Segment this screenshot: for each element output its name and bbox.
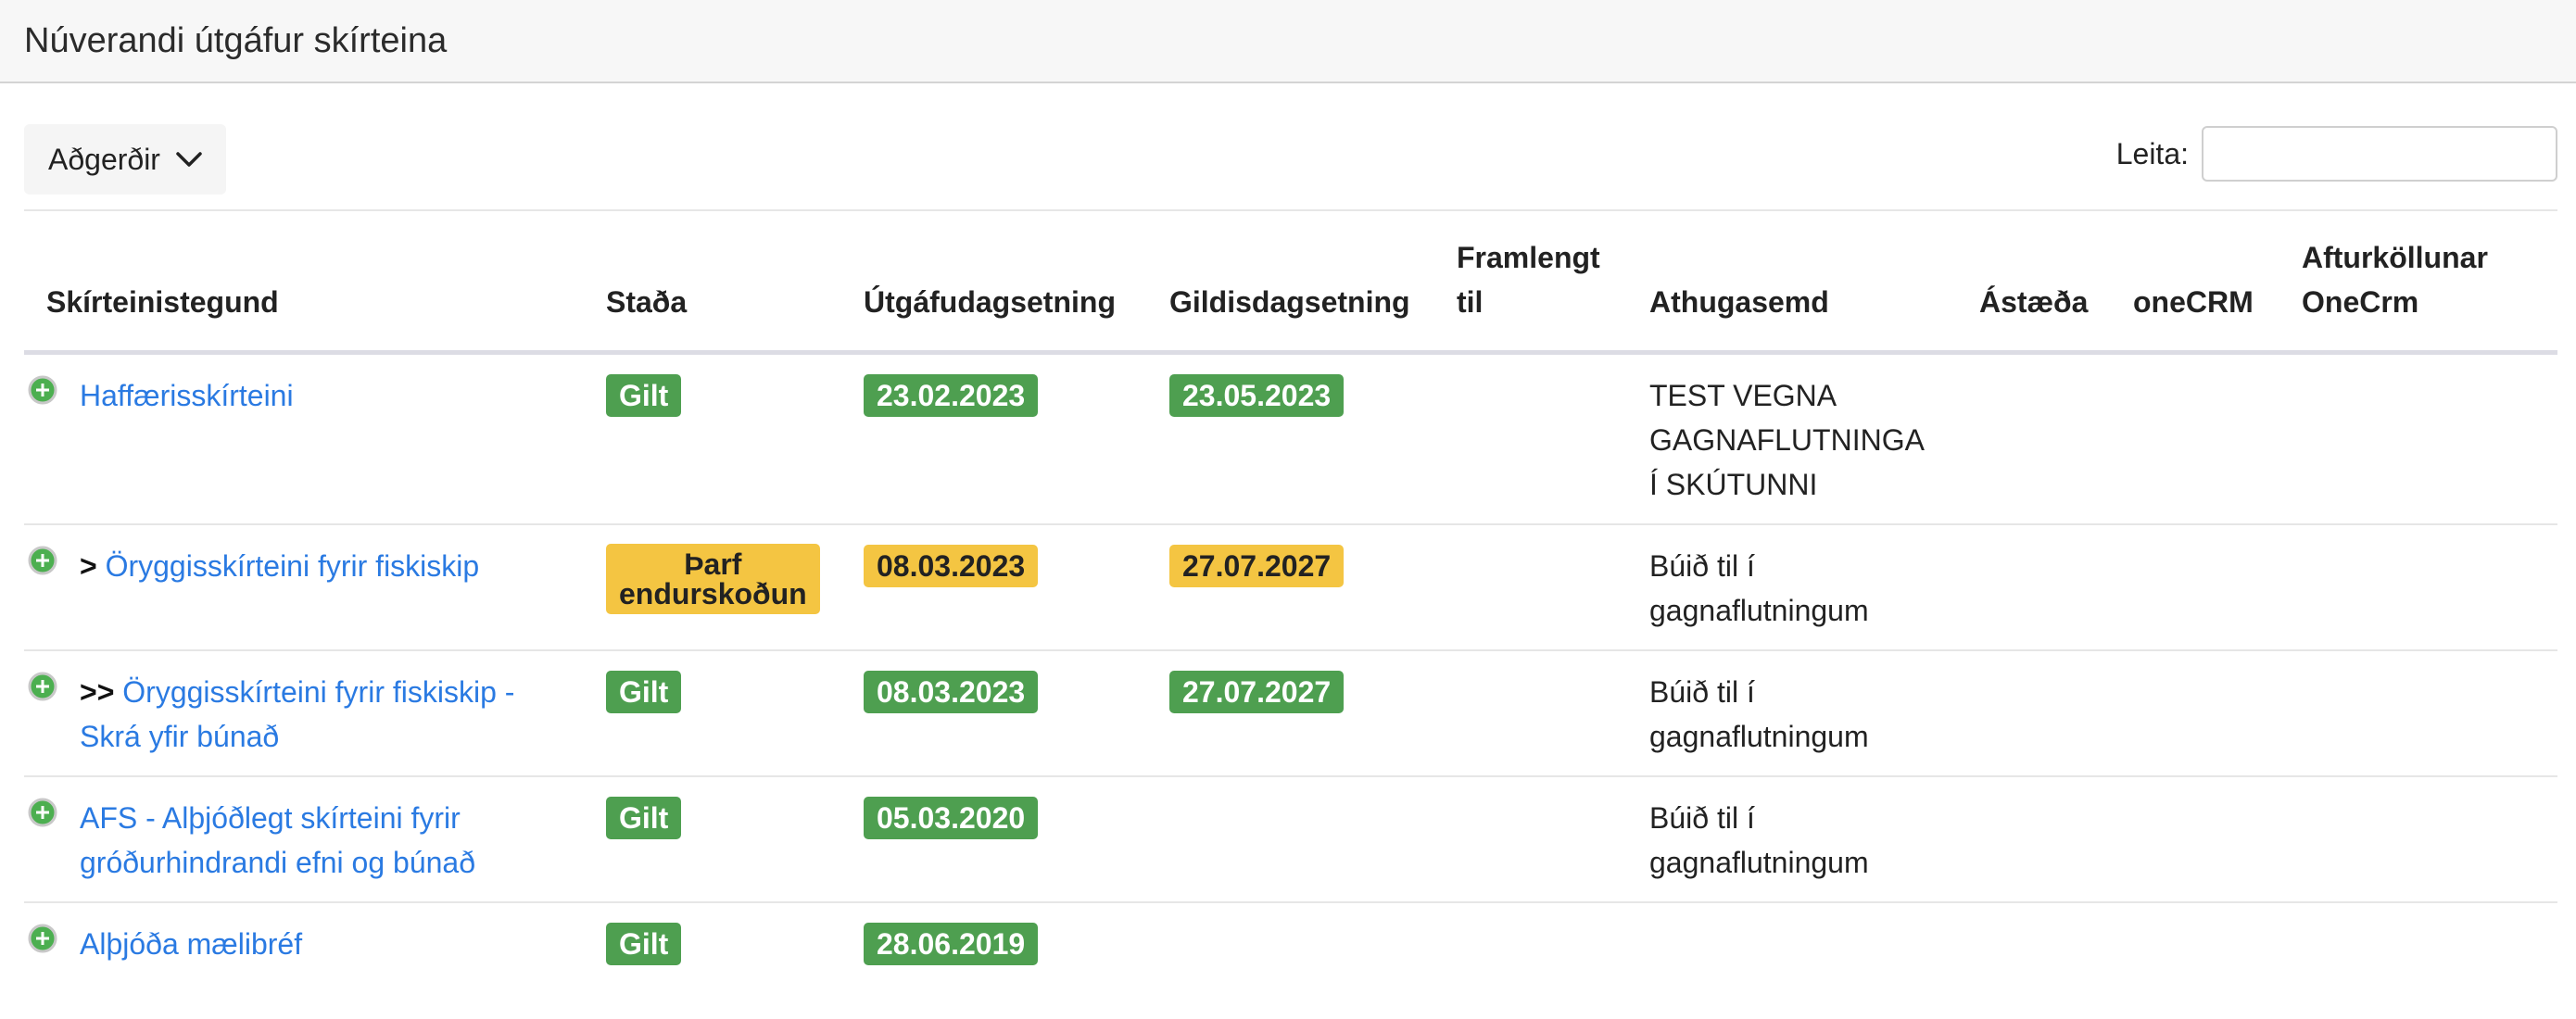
cell-revoke-onecrm [2279, 650, 2557, 777]
table-row: > Öryggisskírteini fyrir fiskiskip Þarf e… [24, 524, 2557, 651]
certificate-link[interactable]: AFS - Alþjóðlegt skírteini fyrir gróðurh… [80, 801, 475, 879]
cell-extended-to [1434, 902, 1627, 983]
table-header-row: Skírteinistegund Staða Útgáfudagsetning … [24, 222, 2557, 355]
col-header-type[interactable]: Skírteinistegund [24, 222, 584, 355]
cell-valid-date: 23.05.2023 [1147, 352, 1434, 525]
cell-onecrm [2111, 902, 2279, 983]
cell-status: Gilt [584, 650, 841, 777]
cell-valid-date: 27.07.2027 [1147, 650, 1434, 777]
actions-label: Aðgerðir [48, 142, 160, 176]
cell-reason [1957, 352, 2111, 525]
col-header-extended-to[interactable]: Framlengt til [1434, 222, 1627, 355]
search-label: Leita: [2115, 136, 2189, 170]
certificates-table: Skírteinistegund Staða Útgáfudagsetning … [24, 222, 2557, 983]
cell-extended-to [1434, 524, 1627, 651]
plus-circle-icon[interactable] [28, 672, 57, 701]
cell-issue-date: 08.03.2023 [841, 524, 1147, 651]
search-group: Leita: [2116, 124, 2557, 183]
plus-circle-icon[interactable] [28, 375, 57, 405]
col-header-status[interactable]: Staða [584, 222, 841, 355]
status-badge: Gilt [606, 923, 682, 965]
cell-revoke-onecrm [2279, 352, 2557, 525]
cell-type: Haffærisskírteini [24, 352, 584, 525]
cell-type: Alþjóða mælibréf [24, 902, 584, 983]
cell-reason [1957, 650, 2111, 777]
cell-type: >> Öryggisskírteini fyrir fiskiskip - Sk… [24, 650, 584, 777]
cell-onecrm [2111, 650, 2279, 777]
cell-remark: Búið til í gagnaflutningum [1627, 776, 1957, 903]
issue-date-badge: 08.03.2023 [864, 545, 1039, 587]
valid-date-badge: 27.07.2027 [1169, 671, 1345, 713]
cell-type: AFS - Alþjóðlegt skírteini fyrir gróðurh… [24, 776, 584, 903]
issue-date-badge: 08.03.2023 [864, 671, 1039, 713]
cell-revoke-onecrm [2279, 902, 2557, 983]
cell-valid-date: 27.07.2027 [1147, 524, 1434, 651]
cell-onecrm [2111, 776, 2279, 903]
cell-revoke-onecrm [2279, 524, 2557, 651]
col-header-reason[interactable]: Ástæða [1957, 222, 2111, 355]
hierarchy-prefix: >> [80, 675, 123, 709]
status-badge: Gilt [606, 374, 682, 417]
cell-reason [1957, 776, 2111, 903]
issue-date-badge: 05.03.2020 [864, 797, 1039, 839]
status-badge: Gilt [606, 797, 682, 839]
cell-status: Gilt [584, 352, 841, 525]
cell-remark: TEST VEGNA GAGNAFLUTNINGA Í SKÚTUNNI [1627, 352, 1957, 525]
cell-reason [1957, 524, 2111, 651]
cell-extended-to [1434, 650, 1627, 777]
cell-reason [1957, 902, 2111, 983]
cell-onecrm [2111, 352, 2279, 525]
plus-circle-icon[interactable] [28, 546, 57, 575]
status-badge: Gilt [606, 671, 682, 713]
page-title: Núverandi útgáfur skírteina [24, 20, 448, 60]
certificate-link[interactable]: Öryggisskírteini fyrir fiskiskip [106, 549, 480, 583]
col-header-revoke-onecrm[interactable]: Afturköllunar OneCrm [2279, 222, 2557, 355]
cell-onecrm [2111, 524, 2279, 651]
toolbar: Aðgerðir Leita: [24, 124, 2557, 195]
page-header: Núverandi útgáfur skírteina [0, 0, 2576, 83]
table-row: Alþjóða mælibréf Gilt 28.06.2019 [24, 902, 2557, 983]
valid-date-badge: 23.05.2023 [1169, 374, 1345, 417]
cell-valid-date [1147, 776, 1434, 903]
table-row: AFS - Alþjóðlegt skírteini fyrir gróðurh… [24, 776, 2557, 903]
cell-remark: Búið til í gagnaflutningum [1627, 650, 1957, 777]
chevron-down-icon [176, 152, 202, 167]
table-row: Haffærisskírteini Gilt 23.02.2023 23.05.… [24, 352, 2557, 525]
cell-issue-date: 28.06.2019 [841, 902, 1147, 983]
col-header-valid-date[interactable]: Gildisdagsetning [1147, 222, 1434, 355]
cell-remark: Búið til í gagnaflutningum [1627, 524, 1957, 651]
certificate-link[interactable]: Alþjóða mælibréf [80, 927, 302, 961]
toolbar-divider [24, 209, 2557, 211]
cell-revoke-onecrm [2279, 776, 2557, 903]
cell-extended-to [1434, 776, 1627, 903]
col-header-issue-date[interactable]: Útgáfudagsetning [841, 222, 1147, 355]
search-input[interactable] [2202, 126, 2557, 182]
cell-status: Gilt [584, 902, 841, 983]
cell-extended-to [1434, 352, 1627, 525]
cell-remark [1627, 902, 1957, 983]
actions-dropdown-button[interactable]: Aðgerðir [24, 124, 226, 195]
col-header-onecrm[interactable]: oneCRM [2111, 222, 2279, 355]
cell-status: Þarf endurskoðun [584, 524, 841, 651]
valid-date-badge: 27.07.2027 [1169, 545, 1345, 587]
cell-issue-date: 05.03.2020 [841, 776, 1147, 903]
hierarchy-prefix: > [80, 549, 106, 583]
plus-circle-icon[interactable] [28, 798, 57, 827]
col-header-remark[interactable]: Athugasemd [1627, 222, 1957, 355]
cell-status: Gilt [584, 776, 841, 903]
issue-date-badge: 28.06.2019 [864, 923, 1039, 965]
issue-date-badge: 23.02.2023 [864, 374, 1039, 417]
table-row: >> Öryggisskírteini fyrir fiskiskip - Sk… [24, 650, 2557, 777]
cell-type: > Öryggisskírteini fyrir fiskiskip [24, 524, 584, 651]
certificate-link[interactable]: Öryggisskírteini fyrir fiskiskip - Skrá … [80, 675, 514, 753]
status-badge: Þarf endurskoðun [606, 544, 820, 614]
certificate-link[interactable]: Haffærisskírteini [80, 379, 294, 412]
cell-issue-date: 08.03.2023 [841, 650, 1147, 777]
cell-valid-date [1147, 902, 1434, 983]
cell-issue-date: 23.02.2023 [841, 352, 1147, 525]
plus-circle-icon[interactable] [28, 924, 57, 953]
